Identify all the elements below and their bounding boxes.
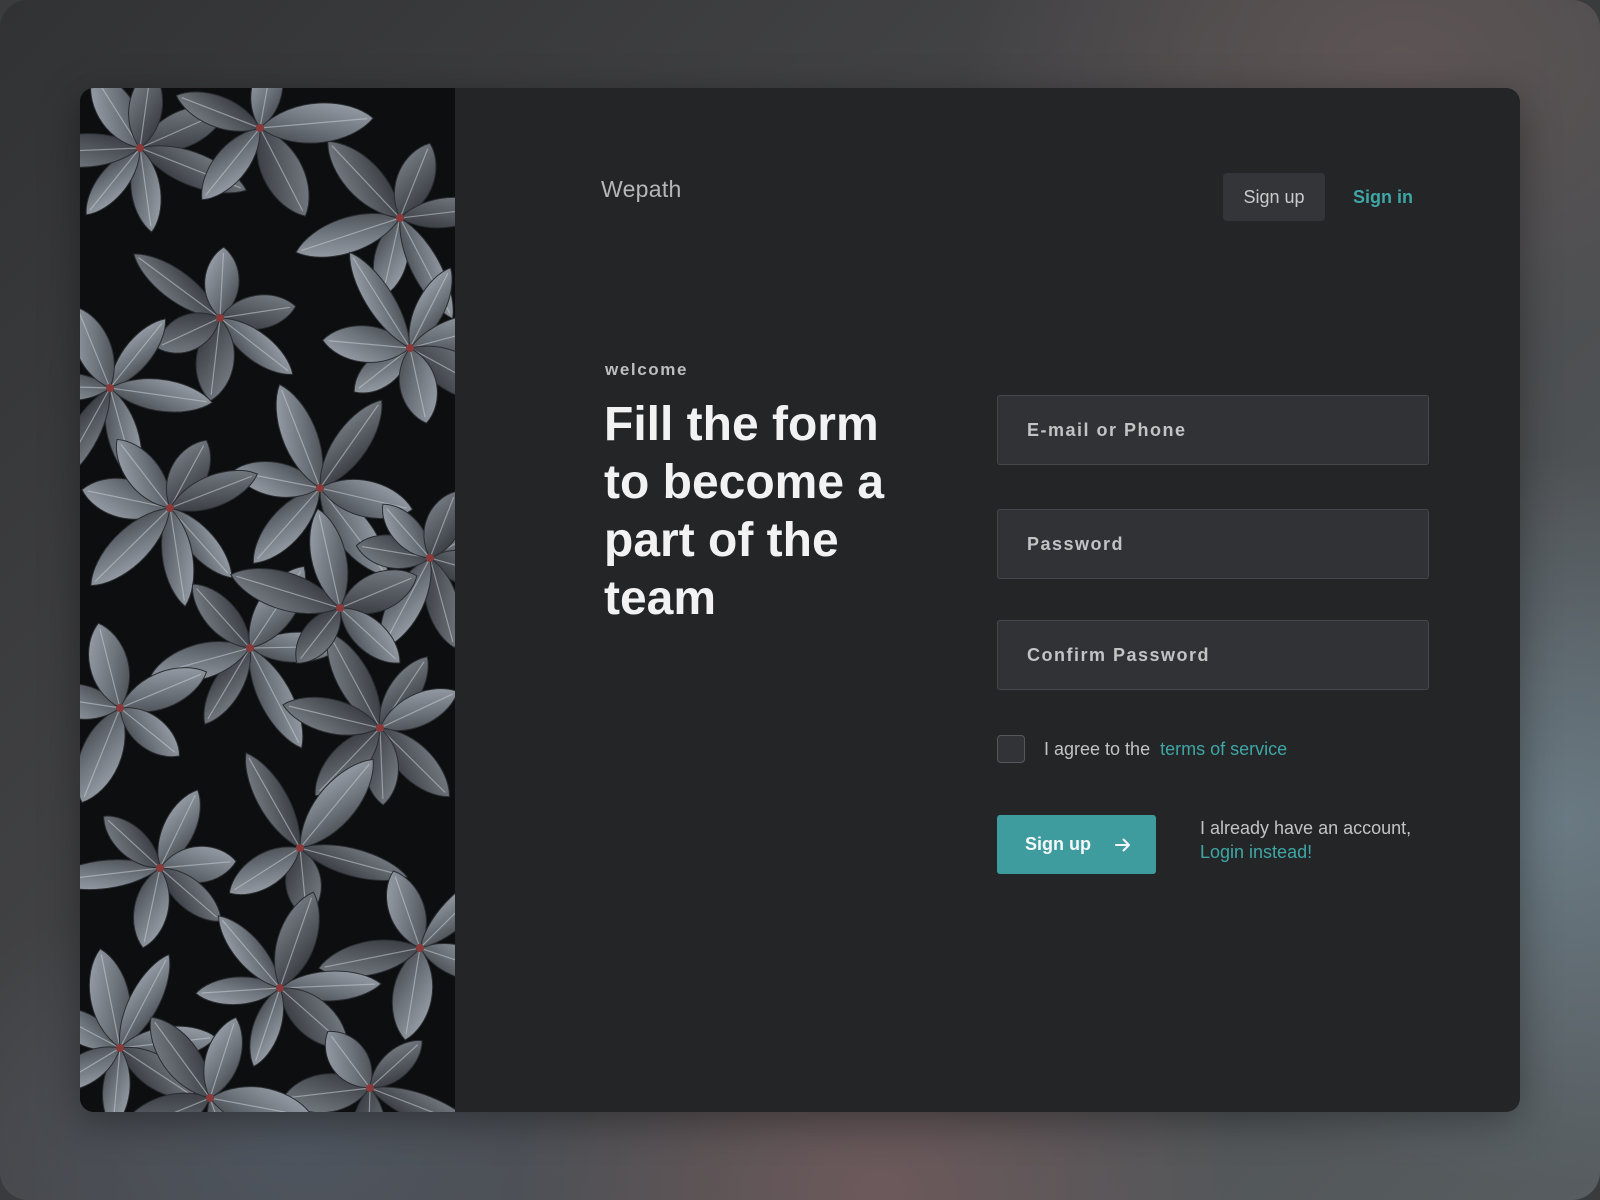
arrow-right-icon — [1115, 838, 1131, 852]
agree-label: I agree to the — [1044, 738, 1151, 759]
leaf-bud — [106, 384, 114, 392]
leaf-bud — [336, 604, 344, 612]
leaf-bud — [406, 344, 414, 352]
leaf-bud — [206, 1094, 214, 1102]
leaf-bud — [166, 504, 174, 512]
terms-agreement: I agree to the terms of service — [997, 734, 1287, 764]
leaf-bud — [316, 484, 324, 492]
email-input[interactable] — [998, 396, 1428, 464]
leaf-bud — [426, 554, 434, 562]
page-title: Fill the form to become a part of the te… — [604, 398, 885, 625]
existing-account-text: I already have an account, — [1200, 818, 1412, 838]
nav-signin-link[interactable]: Sign in — [1338, 173, 1428, 221]
confirm-password-field — [997, 620, 1429, 690]
leaf-bud — [216, 314, 224, 322]
leaf-bud — [256, 124, 264, 132]
login-instead-link[interactable]: Login instead! — [1200, 840, 1440, 864]
signup-submit-label: Sign up — [1025, 834, 1091, 854]
email-field — [997, 395, 1429, 465]
leaf-photo-image — [80, 88, 455, 1112]
leaf-bud — [246, 644, 254, 652]
terms-of-service-link[interactable]: terms of service — [1160, 739, 1287, 760]
leaf-bud — [396, 214, 404, 222]
welcome-eyebrow: welcome — [605, 360, 689, 379]
leaf-bud — [116, 704, 124, 712]
brand-logo[interactable]: Wepath — [601, 176, 682, 203]
leaf-bud — [296, 844, 304, 852]
leaf-bud — [116, 1044, 124, 1052]
signup-card: Wepath Sign up Sign in welcome Fill the … — [80, 88, 1520, 1112]
leaf-photo — [80, 88, 455, 1112]
terms-checkbox[interactable] — [997, 735, 1025, 763]
leaf-bud — [156, 864, 164, 872]
confirm-password-input[interactable] — [998, 621, 1428, 689]
leaf-bud — [376, 724, 384, 732]
leaf-bud — [416, 944, 424, 952]
leaf-bud — [136, 144, 144, 152]
nav-signup-button[interactable]: Sign up — [1223, 173, 1325, 221]
existing-account-prompt: I already have an account, Login instead… — [1200, 816, 1440, 864]
leaf-bud — [276, 984, 284, 992]
leaf-bud — [366, 1084, 374, 1092]
password-input[interactable] — [998, 510, 1428, 578]
signup-submit-button[interactable]: Sign up — [997, 815, 1156, 874]
password-field — [997, 509, 1429, 579]
